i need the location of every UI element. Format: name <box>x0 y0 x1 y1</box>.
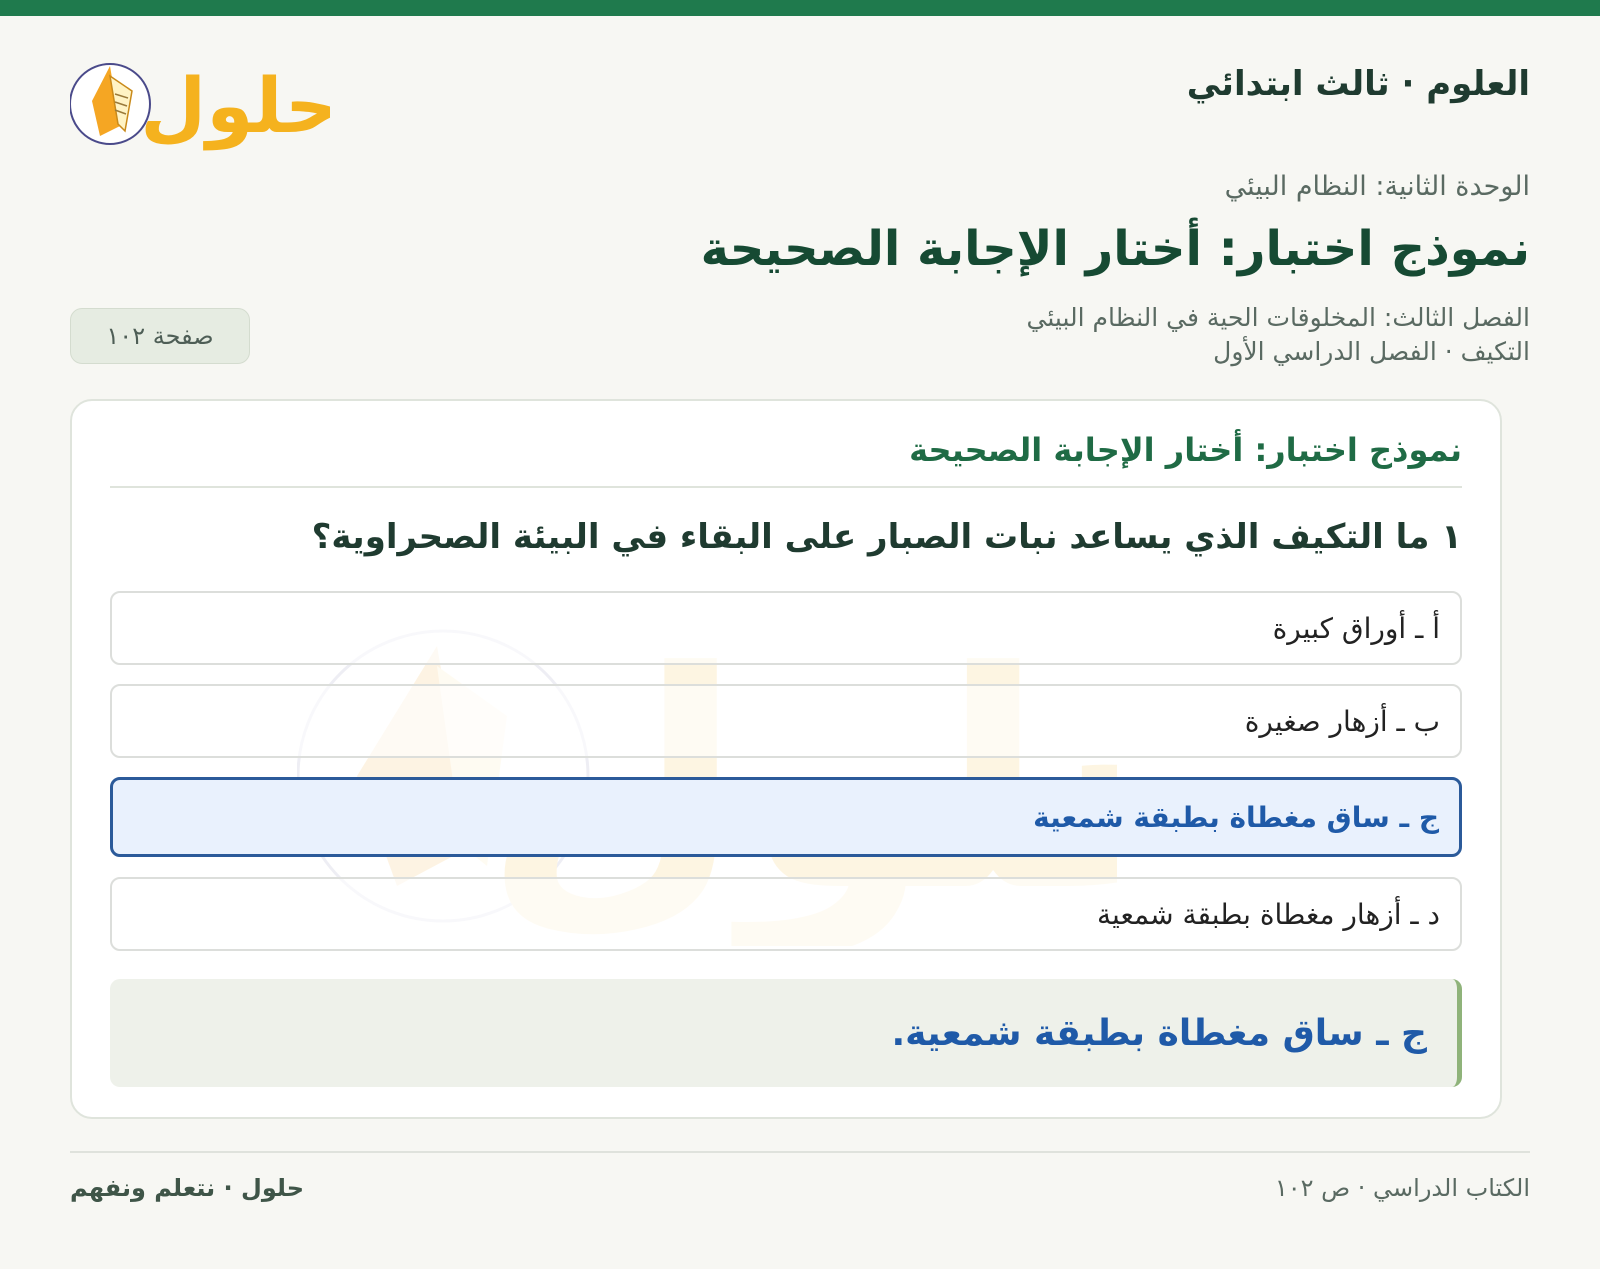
subject-title: العلوم · ثالث ابتدائي <box>1186 64 1530 104</box>
option-a[interactable]: أ ـ أوراق كبيرة <box>110 591 1462 665</box>
chapter-line: الفصل الثالث: المخلوقات الحية في النظام … <box>1026 303 1530 332</box>
question-card: حلول نموذج اختبار: أختار الإجابة الصحيحة… <box>70 399 1502 1119</box>
question-text: ١ ما التكيف الذي يساعد نبات الصبار على ا… <box>311 517 1462 557</box>
hulul-logo: حلول <box>70 61 330 151</box>
page-number-badge: صفحة ١٠٢ <box>70 308 250 364</box>
option-b[interactable]: ب ـ أزهار صغيرة <box>110 684 1462 758</box>
top-accent-bar <box>0 0 1600 16</box>
card-title: نموذج اختبار: أختار الإجابة الصحيحة <box>909 431 1462 469</box>
page-title: نموذج اختبار: أختار الإجابة الصحيحة <box>700 221 1530 277</box>
footer-divider <box>70 1151 1530 1153</box>
correct-answer-box: ج ـ ساق مغطاة بطبقة شمعية. <box>110 979 1462 1087</box>
option-c-selected[interactable]: ج ـ ساق مغطاة بطبقة شمعية <box>110 777 1462 857</box>
footer-book-reference: الكتاب الدراسي · ص ١٠٢ <box>1274 1174 1530 1202</box>
chapter-info: الفصل الثالث: المخلوقات الحية في النظام … <box>1027 301 1530 369</box>
option-d[interactable]: د ـ أزهار مغطاة بطبقة شمعية <box>110 877 1462 951</box>
logo-text: حلول <box>140 61 330 151</box>
lesson-line: التكيف · الفصل الدراسي الأول <box>1213 337 1530 366</box>
card-divider <box>110 486 1462 488</box>
footer-brand: حلول · نتعلم ونفهم <box>70 1174 304 1202</box>
unit-label: الوحدة الثانية: النظام البيئي <box>1224 171 1530 202</box>
page: العلوم · ثالث ابتدائي حلول الوحدة الثاني… <box>70 16 1530 1269</box>
